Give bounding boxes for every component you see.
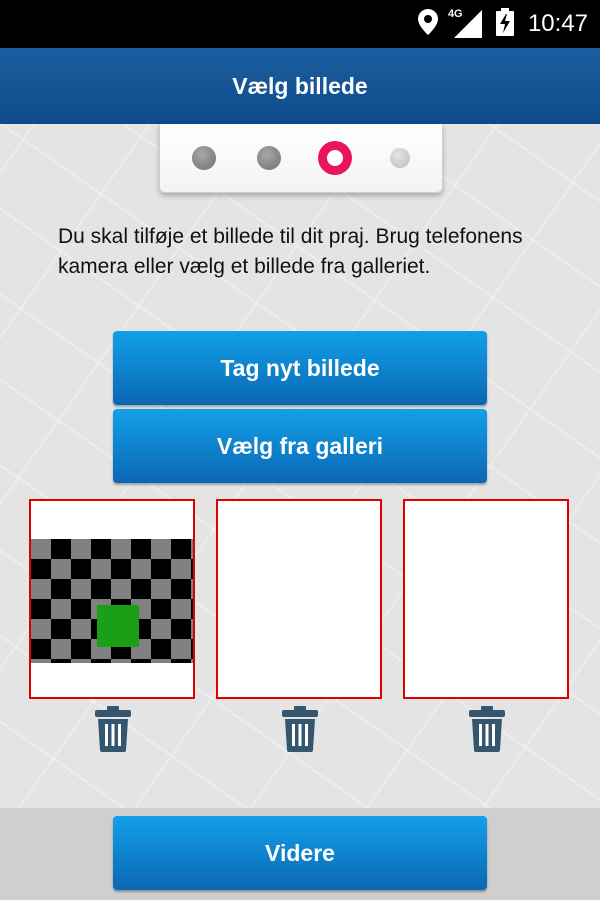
trash-icon[interactable] xyxy=(93,706,133,752)
photo-slot-1[interactable] xyxy=(29,499,195,699)
photo-slot-3[interactable] xyxy=(403,499,569,699)
network-type-label: 4G xyxy=(447,8,463,20)
trash-icon[interactable] xyxy=(280,706,320,752)
app-bar: Vælg billede xyxy=(0,48,600,124)
thumbnail-green-square xyxy=(97,605,139,647)
status-time: 10:47 xyxy=(527,10,588,37)
instruction-text: Du skal tilføje et billede til dit praj.… xyxy=(58,225,523,278)
step-dot-2 xyxy=(257,146,281,170)
photo-slot-2[interactable] xyxy=(216,499,382,699)
status-icons: 4G 10:47 xyxy=(417,0,588,48)
step-indicator xyxy=(159,124,443,193)
battery-charging-icon xyxy=(495,8,514,40)
location-icon xyxy=(417,9,438,39)
page-title: Vælg billede xyxy=(232,72,368,99)
trash-icon[interactable] xyxy=(467,706,507,752)
choose-from-gallery-button[interactable]: Vælg fra galleri xyxy=(113,409,487,483)
status-bar: 4G 10:47 xyxy=(0,0,600,48)
take-photo-button[interactable]: Tag nyt billede xyxy=(113,331,487,405)
step-dot-3-active xyxy=(318,141,352,175)
signal-icon: 4G xyxy=(448,8,482,38)
step-dot-4 xyxy=(390,148,410,168)
step-dot-1 xyxy=(192,146,216,170)
photo-thumbnail xyxy=(31,539,193,663)
next-button[interactable]: Videre xyxy=(113,816,487,890)
